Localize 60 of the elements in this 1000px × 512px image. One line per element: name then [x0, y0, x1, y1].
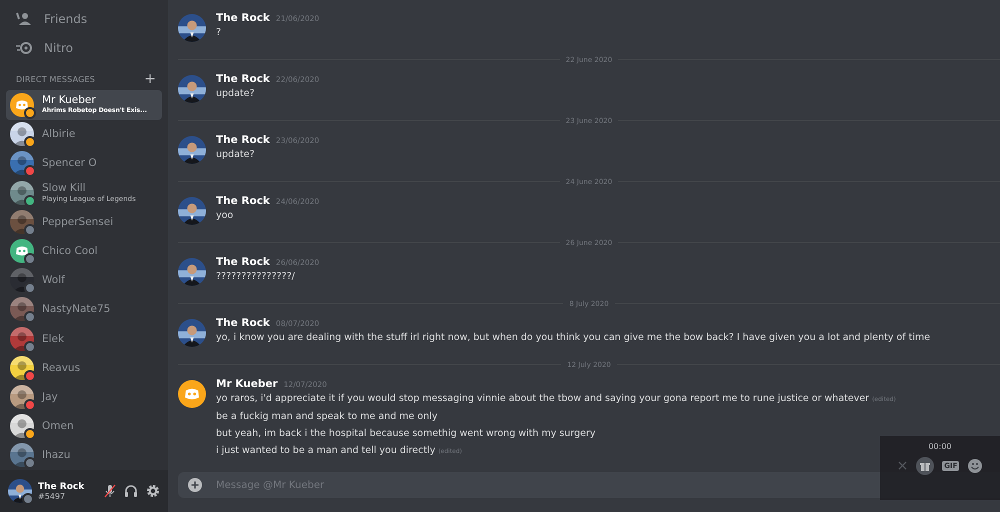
person-wave-icon: [16, 12, 32, 26]
nav-item[interactable]: Friends: [6, 4, 162, 34]
nav-label: Nitro: [44, 40, 74, 55]
message-text: update?: [216, 87, 256, 101]
message-text: update?: [216, 148, 256, 162]
close-button[interactable]: ×: [896, 458, 908, 474]
message-text: yoo: [216, 209, 234, 223]
message-text: yo, i know you are dealing with the stuff irl right now, but when do you think you can give me the bow back? I have given you a lot and plenty of time: [216, 331, 930, 345]
dm-name: Jay: [42, 391, 58, 404]
add-dm-button[interactable]: +: [144, 72, 156, 86]
dm-name: Omen: [42, 420, 74, 432]
dm-item[interactable]: Chico Cool: [6, 236, 162, 266]
message-text: ???????????????/: [216, 270, 296, 284]
dm-item[interactable]: Spencer O: [6, 148, 162, 178]
dm-item[interactable]: Wolf: [6, 266, 162, 295]
message-text: yo raros, i'd appreciate it if you would stop messaging vinnie about the tbow and saying your gona report me to rune justice or whatever: [216, 393, 870, 404]
mute-icon[interactable]: [104, 484, 116, 498]
dm-item[interactable]: Albirie: [6, 120, 162, 149]
dm-name: PepperSensei: [42, 216, 114, 228]
dm-name: Elek: [42, 332, 64, 345]
author-name: The Rock: [216, 73, 270, 85]
settings-icon[interactable]: [146, 484, 160, 498]
message-text: be a fuckig man and speak to me and me only: [216, 410, 438, 424]
dm-name: Chico Cool: [42, 245, 98, 258]
dm-name: Albirie: [42, 128, 76, 140]
dm-name: Reavus: [42, 362, 80, 374]
dm-item[interactable]: NastyNate75: [6, 294, 162, 324]
message-text: ?: [216, 26, 222, 40]
default-avatar-icon: [178, 380, 206, 408]
recording-time: 00:00: [928, 442, 952, 451]
add-icon[interactable]: [188, 478, 202, 492]
dm-name: Ihazu: [42, 449, 70, 462]
nitro-icon: [16, 42, 32, 54]
dm-name: NastyNate75: [42, 303, 110, 316]
nav-label: Friends: [44, 12, 88, 26]
dm-name: Spencer O: [42, 157, 97, 170]
dm-item[interactable]: PepperSensei: [6, 207, 162, 236]
nav-item[interactable]: Nitro: [6, 33, 162, 62]
author-name: The Rock: [216, 12, 270, 24]
headphones-icon[interactable]: [124, 484, 138, 498]
dm-item[interactable]: Omen: [6, 412, 162, 441]
message-text: i just wanted to be a man and tell you directly: [216, 445, 436, 456]
dm-item[interactable]: Ihazu: [6, 440, 162, 470]
author-name: The Rock: [216, 317, 270, 329]
dm-name: Wolf: [42, 274, 65, 286]
dm-name: Mr Kueber: [42, 94, 97, 106]
emoji-icon[interactable]: [967, 458, 984, 474]
gift-icon[interactable]: [916, 457, 934, 475]
dm-item[interactable]: Reavus: [6, 353, 162, 382]
user-name: The Rock: [38, 482, 84, 492]
dm-name: Slow Kill: [42, 182, 87, 194]
author-name: The Rock: [216, 134, 270, 146]
user-tag: #5497: [38, 492, 84, 500]
dm-item[interactable]: Jay: [6, 382, 162, 412]
dm-item[interactable]: Elek: [6, 324, 162, 354]
section-title: DIRECT MESSAGES: [16, 74, 96, 84]
author-name: The Rock: [216, 256, 270, 268]
message-text: but yeah, im back i the hospital because somethig went wrong with my surgery: [216, 427, 597, 441]
author-name: Mr Kueber: [216, 378, 278, 390]
author-name: The Rock: [216, 195, 270, 207]
